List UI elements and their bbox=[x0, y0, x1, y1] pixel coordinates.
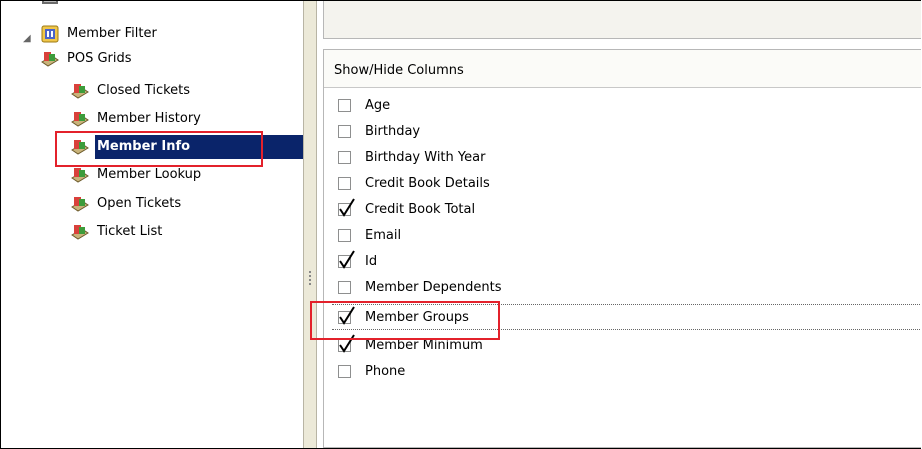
checkbox[interactable] bbox=[338, 364, 351, 378]
column-label: Birthday With Year bbox=[365, 149, 486, 165]
column-item-credit-book-details[interactable]: Credit Book Details bbox=[338, 170, 490, 196]
column-label: Age bbox=[365, 97, 391, 113]
tree-item-label: Member Filter bbox=[67, 26, 157, 41]
checkbox[interactable] bbox=[338, 228, 351, 242]
column-item-birthday-with-year[interactable]: Birthday With Year bbox=[338, 144, 485, 170]
tree-item-ticket-list[interactable]: Ticket List bbox=[71, 221, 162, 243]
column-item-birthday[interactable]: Birthday bbox=[338, 118, 420, 144]
splitter-grip bbox=[309, 283, 311, 285]
column-item-age[interactable]: Age bbox=[338, 92, 390, 118]
checkbox[interactable] bbox=[338, 197, 355, 217]
tree-item-member-lookup[interactable]: Member Lookup bbox=[71, 164, 201, 186]
app-window: Member Filter ◢ POS Grids Closed Tickets bbox=[0, 0, 921, 449]
checkbox[interactable] bbox=[338, 150, 351, 164]
column-label: Member Dependents bbox=[365, 279, 502, 295]
checkbox[interactable] bbox=[338, 176, 351, 190]
highlight-box-member-groups bbox=[310, 301, 500, 340]
tree-item-closed-tickets[interactable]: Closed Tickets bbox=[71, 80, 190, 102]
grid-report-icon bbox=[71, 112, 89, 127]
top-panel bbox=[323, 1, 921, 39]
tree-item-label: Ticket List bbox=[97, 224, 163, 239]
column-item-id[interactable]: Id bbox=[338, 248, 377, 274]
column-item-member-dependents[interactable]: Member Dependents bbox=[338, 274, 501, 300]
grid-folder-icon bbox=[41, 52, 59, 67]
tree-item-label: Member Lookup bbox=[97, 167, 202, 182]
column-label: Credit Book Details bbox=[365, 175, 490, 191]
settings-pane: Show/Hide Columns Age Birthday Birthday … bbox=[310, 1, 921, 448]
grid-report-icon bbox=[71, 168, 89, 183]
column-label: Email bbox=[365, 227, 402, 243]
collapse-arrow-icon[interactable]: ◢ bbox=[23, 34, 33, 44]
tree-item-member-filter[interactable]: Member Filter bbox=[41, 23, 157, 45]
splitter-grip bbox=[309, 279, 311, 281]
checkmark-icon bbox=[339, 197, 355, 217]
show-hide-columns-panel: Show/Hide Columns Age Birthday Birthday … bbox=[310, 49, 921, 448]
column-item-credit-book-total[interactable]: Credit Book Total bbox=[338, 196, 475, 222]
tree-item-label: Open Tickets bbox=[97, 196, 182, 211]
grid-report-icon bbox=[71, 197, 89, 212]
column-label: Birthday bbox=[365, 123, 421, 139]
tree-item-member-history[interactable]: Member History bbox=[71, 108, 201, 130]
tree-item-open-tickets[interactable]: Open Tickets bbox=[71, 193, 181, 215]
splitter-grip bbox=[309, 275, 311, 277]
panel-title: Show/Hide Columns bbox=[324, 50, 921, 88]
column-item-email[interactable]: Email bbox=[338, 222, 401, 248]
tree-item-label: Member History bbox=[97, 111, 201, 126]
grid-report-icon bbox=[71, 225, 89, 240]
tree-item-label: POS Grids bbox=[67, 51, 132, 66]
checkbox[interactable] bbox=[338, 98, 351, 112]
tree-item-cutoff bbox=[41, 1, 59, 5]
checkbox[interactable] bbox=[338, 333, 355, 353]
splitter-grip bbox=[309, 271, 311, 273]
highlight-box-member-info bbox=[55, 131, 263, 167]
checkbox[interactable] bbox=[338, 249, 355, 269]
tree-item-label: Closed Tickets bbox=[97, 83, 191, 98]
column-label: Credit Book Total bbox=[365, 201, 476, 217]
pane-splitter[interactable] bbox=[303, 1, 317, 448]
filter-report-icon bbox=[41, 25, 59, 43]
tree-item-pos-grids[interactable]: POS Grids bbox=[41, 48, 132, 70]
report-tree: Member Filter ◢ POS Grids Closed Tickets bbox=[9, 1, 303, 448]
column-label: Phone bbox=[365, 363, 406, 379]
checkbox[interactable] bbox=[338, 124, 351, 138]
checkmark-icon bbox=[339, 249, 355, 269]
checkbox[interactable] bbox=[338, 280, 351, 294]
grid-report-icon bbox=[71, 84, 89, 99]
column-label: Id bbox=[365, 253, 378, 269]
column-item-phone[interactable]: Phone bbox=[338, 358, 405, 384]
